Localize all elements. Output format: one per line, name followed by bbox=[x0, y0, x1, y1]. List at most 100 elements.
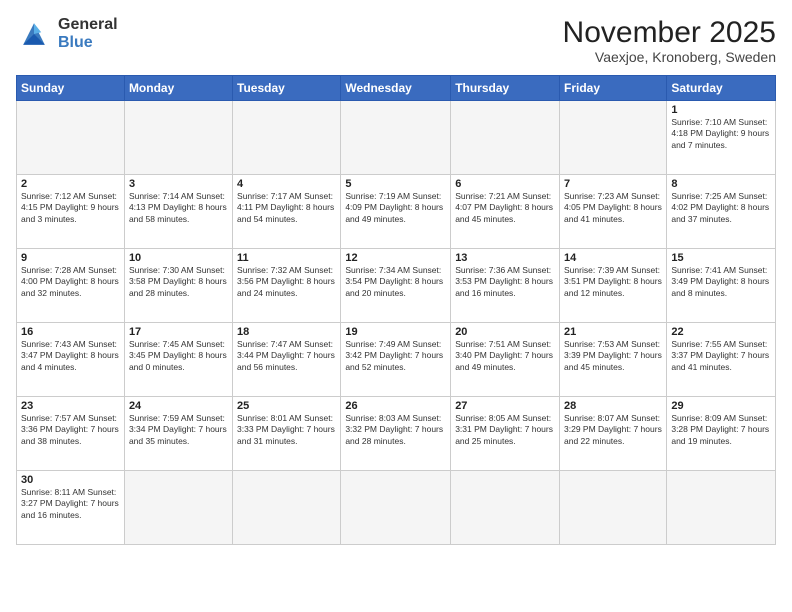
table-row bbox=[233, 471, 341, 545]
logo-icon bbox=[16, 16, 52, 52]
table-row bbox=[341, 471, 451, 545]
table-row bbox=[451, 101, 560, 175]
table-row: 19Sunrise: 7:49 AM Sunset: 3:42 PM Dayli… bbox=[341, 323, 451, 397]
day-info: Sunrise: 7:30 AM Sunset: 3:58 PM Dayligh… bbox=[129, 265, 228, 299]
table-row bbox=[667, 471, 776, 545]
table-row: 24Sunrise: 7:59 AM Sunset: 3:34 PM Dayli… bbox=[124, 397, 232, 471]
day-info: Sunrise: 7:28 AM Sunset: 4:00 PM Dayligh… bbox=[21, 265, 120, 299]
calendar-header-row: Sunday Monday Tuesday Wednesday Thursday… bbox=[17, 76, 776, 101]
day-info: Sunrise: 7:55 AM Sunset: 3:37 PM Dayligh… bbox=[671, 339, 771, 373]
day-number: 6 bbox=[455, 178, 555, 190]
table-row bbox=[124, 471, 232, 545]
header-sunday: Sunday bbox=[17, 76, 125, 101]
table-row: 10Sunrise: 7:30 AM Sunset: 3:58 PM Dayli… bbox=[124, 249, 232, 323]
logo-text: General Blue bbox=[58, 16, 118, 52]
day-number: 26 bbox=[345, 400, 446, 412]
table-row: 3Sunrise: 7:14 AM Sunset: 4:13 PM Daylig… bbox=[124, 175, 232, 249]
day-info: Sunrise: 7:25 AM Sunset: 4:02 PM Dayligh… bbox=[671, 191, 771, 225]
day-info: Sunrise: 8:03 AM Sunset: 3:32 PM Dayligh… bbox=[345, 413, 446, 447]
day-info: Sunrise: 7:12 AM Sunset: 4:15 PM Dayligh… bbox=[21, 191, 120, 225]
day-info: Sunrise: 7:21 AM Sunset: 4:07 PM Dayligh… bbox=[455, 191, 555, 225]
day-info: Sunrise: 8:11 AM Sunset: 3:27 PM Dayligh… bbox=[21, 487, 120, 521]
day-number: 25 bbox=[237, 400, 336, 412]
day-info: Sunrise: 7:34 AM Sunset: 3:54 PM Dayligh… bbox=[345, 265, 446, 299]
day-number: 23 bbox=[21, 400, 120, 412]
subtitle: Vaexjoe, Kronoberg, Sweden bbox=[563, 49, 776, 65]
table-row bbox=[341, 101, 451, 175]
table-row: 15Sunrise: 7:41 AM Sunset: 3:49 PM Dayli… bbox=[667, 249, 776, 323]
day-number: 30 bbox=[21, 474, 120, 486]
day-number: 9 bbox=[21, 252, 120, 264]
day-number: 22 bbox=[671, 326, 771, 338]
day-info: Sunrise: 7:53 AM Sunset: 3:39 PM Dayligh… bbox=[564, 339, 662, 373]
header-saturday: Saturday bbox=[667, 76, 776, 101]
table-row bbox=[560, 101, 667, 175]
day-number: 15 bbox=[671, 252, 771, 264]
title-block: November 2025 Vaexjoe, Kronoberg, Sweden bbox=[563, 16, 776, 65]
day-info: Sunrise: 8:07 AM Sunset: 3:29 PM Dayligh… bbox=[564, 413, 662, 447]
day-info: Sunrise: 7:23 AM Sunset: 4:05 PM Dayligh… bbox=[564, 191, 662, 225]
day-info: Sunrise: 7:39 AM Sunset: 3:51 PM Dayligh… bbox=[564, 265, 662, 299]
day-info: Sunrise: 7:41 AM Sunset: 3:49 PM Dayligh… bbox=[671, 265, 771, 299]
day-number: 17 bbox=[129, 326, 228, 338]
table-row: 1Sunrise: 7:10 AM Sunset: 4:18 PM Daylig… bbox=[667, 101, 776, 175]
table-row: 27Sunrise: 8:05 AM Sunset: 3:31 PM Dayli… bbox=[451, 397, 560, 471]
day-number: 12 bbox=[345, 252, 446, 264]
table-row: 14Sunrise: 7:39 AM Sunset: 3:51 PM Dayli… bbox=[560, 249, 667, 323]
day-number: 24 bbox=[129, 400, 228, 412]
table-row: 7Sunrise: 7:23 AM Sunset: 4:05 PM Daylig… bbox=[560, 175, 667, 249]
day-number: 11 bbox=[237, 252, 336, 264]
day-number: 29 bbox=[671, 400, 771, 412]
day-info: Sunrise: 7:14 AM Sunset: 4:13 PM Dayligh… bbox=[129, 191, 228, 225]
table-row: 28Sunrise: 8:07 AM Sunset: 3:29 PM Dayli… bbox=[560, 397, 667, 471]
header-friday: Friday bbox=[560, 76, 667, 101]
day-number: 16 bbox=[21, 326, 120, 338]
table-row bbox=[124, 101, 232, 175]
day-info: Sunrise: 7:32 AM Sunset: 3:56 PM Dayligh… bbox=[237, 265, 336, 299]
day-number: 2 bbox=[21, 178, 120, 190]
day-number: 1 bbox=[671, 104, 771, 116]
logo: General Blue bbox=[16, 16, 118, 52]
table-row: 13Sunrise: 7:36 AM Sunset: 3:53 PM Dayli… bbox=[451, 249, 560, 323]
day-info: Sunrise: 7:45 AM Sunset: 3:45 PM Dayligh… bbox=[129, 339, 228, 373]
day-info: Sunrise: 8:09 AM Sunset: 3:28 PM Dayligh… bbox=[671, 413, 771, 447]
table-row: 4Sunrise: 7:17 AM Sunset: 4:11 PM Daylig… bbox=[233, 175, 341, 249]
day-number: 14 bbox=[564, 252, 662, 264]
day-info: Sunrise: 7:19 AM Sunset: 4:09 PM Dayligh… bbox=[345, 191, 446, 225]
day-number: 5 bbox=[345, 178, 446, 190]
day-info: Sunrise: 7:57 AM Sunset: 3:36 PM Dayligh… bbox=[21, 413, 120, 447]
table-row: 30Sunrise: 8:11 AM Sunset: 3:27 PM Dayli… bbox=[17, 471, 125, 545]
table-row: 8Sunrise: 7:25 AM Sunset: 4:02 PM Daylig… bbox=[667, 175, 776, 249]
header-wednesday: Wednesday bbox=[341, 76, 451, 101]
day-info: Sunrise: 7:47 AM Sunset: 3:44 PM Dayligh… bbox=[237, 339, 336, 373]
day-number: 20 bbox=[455, 326, 555, 338]
table-row: 16Sunrise: 7:43 AM Sunset: 3:47 PM Dayli… bbox=[17, 323, 125, 397]
day-number: 18 bbox=[237, 326, 336, 338]
day-info: Sunrise: 7:59 AM Sunset: 3:34 PM Dayligh… bbox=[129, 413, 228, 447]
day-info: Sunrise: 7:51 AM Sunset: 3:40 PM Dayligh… bbox=[455, 339, 555, 373]
table-row: 29Sunrise: 8:09 AM Sunset: 3:28 PM Dayli… bbox=[667, 397, 776, 471]
table-row: 21Sunrise: 7:53 AM Sunset: 3:39 PM Dayli… bbox=[560, 323, 667, 397]
day-number: 7 bbox=[564, 178, 662, 190]
header-monday: Monday bbox=[124, 76, 232, 101]
table-row: 6Sunrise: 7:21 AM Sunset: 4:07 PM Daylig… bbox=[451, 175, 560, 249]
day-info: Sunrise: 7:36 AM Sunset: 3:53 PM Dayligh… bbox=[455, 265, 555, 299]
month-title: November 2025 bbox=[563, 16, 776, 49]
table-row: 2Sunrise: 7:12 AM Sunset: 4:15 PM Daylig… bbox=[17, 175, 125, 249]
table-row bbox=[451, 471, 560, 545]
day-number: 4 bbox=[237, 178, 336, 190]
day-number: 10 bbox=[129, 252, 228, 264]
day-info: Sunrise: 8:01 AM Sunset: 3:33 PM Dayligh… bbox=[237, 413, 336, 447]
day-info: Sunrise: 7:43 AM Sunset: 3:47 PM Dayligh… bbox=[21, 339, 120, 373]
day-number: 13 bbox=[455, 252, 555, 264]
table-row: 18Sunrise: 7:47 AM Sunset: 3:44 PM Dayli… bbox=[233, 323, 341, 397]
table-row: 9Sunrise: 7:28 AM Sunset: 4:00 PM Daylig… bbox=[17, 249, 125, 323]
calendar: Sunday Monday Tuesday Wednesday Thursday… bbox=[16, 75, 776, 545]
page: General Blue November 2025 Vaexjoe, Kron… bbox=[0, 0, 792, 612]
table-row: 25Sunrise: 8:01 AM Sunset: 3:33 PM Dayli… bbox=[233, 397, 341, 471]
table-row: 20Sunrise: 7:51 AM Sunset: 3:40 PM Dayli… bbox=[451, 323, 560, 397]
day-info: Sunrise: 8:05 AM Sunset: 3:31 PM Dayligh… bbox=[455, 413, 555, 447]
day-number: 3 bbox=[129, 178, 228, 190]
day-info: Sunrise: 7:10 AM Sunset: 4:18 PM Dayligh… bbox=[671, 117, 771, 151]
table-row bbox=[560, 471, 667, 545]
